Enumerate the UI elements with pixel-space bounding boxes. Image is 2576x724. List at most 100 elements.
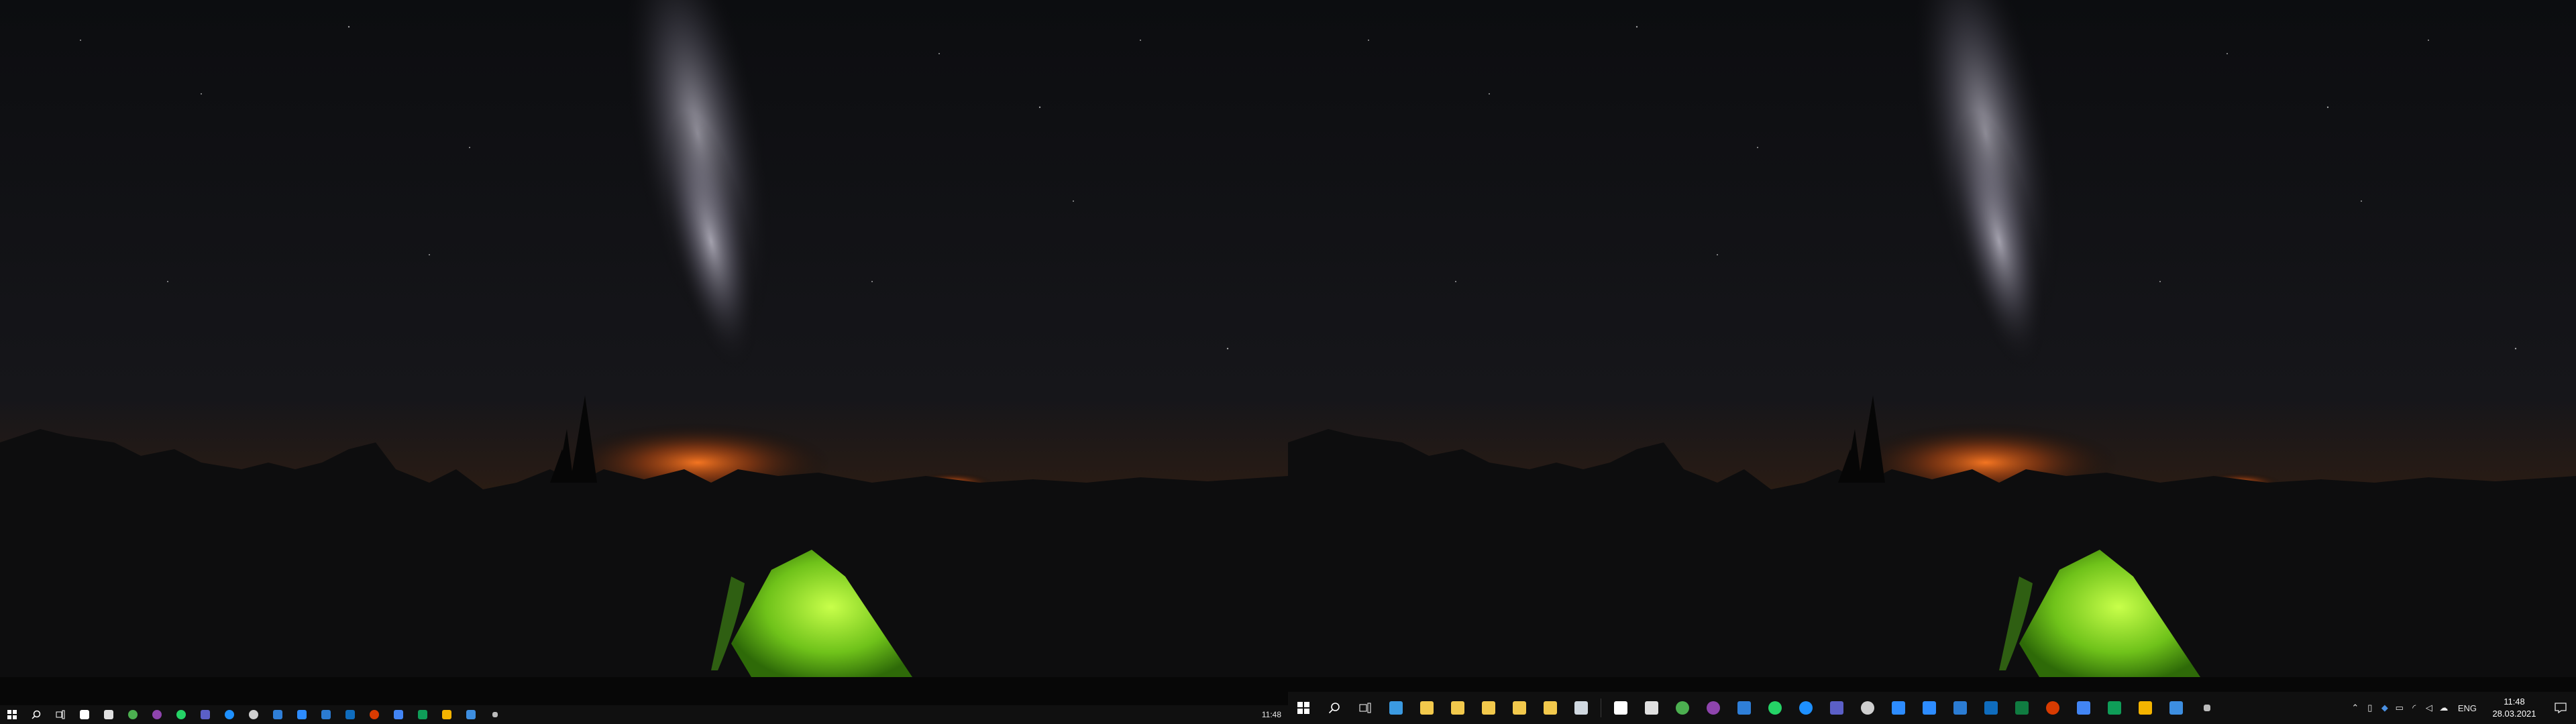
purple-app-icon xyxy=(1707,701,1720,715)
taskbar-app[interactable] xyxy=(1790,692,1821,724)
clock[interactable]: 11:48 28.03.2021 xyxy=(2483,696,2545,720)
search-button[interactable] xyxy=(1319,692,1350,724)
taskbar-app[interactable] xyxy=(2161,692,2192,724)
taskbar-right-icons xyxy=(1288,692,2222,724)
taskbar-app[interactable] xyxy=(362,705,386,724)
taskbar-pinned[interactable] xyxy=(1442,692,1473,724)
taskbar-app[interactable] xyxy=(193,705,217,724)
zoom-icon xyxy=(1923,701,1936,715)
taskbar-app[interactable] xyxy=(1852,692,1883,724)
taskbar-app[interactable] xyxy=(483,705,507,724)
purple-app-icon xyxy=(152,710,162,719)
taskbar-pinned[interactable] xyxy=(1473,692,1504,724)
taskbar-pinned[interactable] xyxy=(1381,692,1411,724)
taskbar-app[interactable] xyxy=(2068,692,2099,724)
taskbar-app[interactable] xyxy=(1945,692,1976,724)
battery-icon[interactable]: ▭ xyxy=(2392,692,2407,724)
taskbar-app[interactable] xyxy=(1667,692,1698,724)
taskbar-clock[interactable]: 11:48 xyxy=(1262,705,1281,724)
taskbar-app[interactable] xyxy=(459,705,483,724)
taskbar-app[interactable] xyxy=(72,705,97,724)
network-icon[interactable]: ◜ xyxy=(2407,692,2422,724)
device-icon[interactable]: ▯ xyxy=(2363,692,2377,724)
taskbar-pinned[interactable] xyxy=(1566,692,1597,724)
taskbar-app[interactable] xyxy=(2037,692,2068,724)
task-view-button[interactable] xyxy=(1350,692,1381,724)
pen-app-icon xyxy=(104,710,113,719)
whatsapp-icon xyxy=(176,710,186,719)
taskbar-app[interactable] xyxy=(217,705,241,724)
taskbar-app[interactable] xyxy=(411,705,435,724)
keep-icon xyxy=(442,710,451,719)
taskbar-app[interactable] xyxy=(145,705,169,724)
docs-icon xyxy=(394,710,403,719)
chevron-up-icon[interactable]: ⌃ xyxy=(2348,692,2363,724)
taskbar-app[interactable] xyxy=(241,705,266,724)
store-icon xyxy=(80,710,89,719)
word-icon xyxy=(1953,701,1967,715)
taskbar-app[interactable] xyxy=(435,705,459,724)
start-button[interactable] xyxy=(1288,692,1319,724)
taskbar-app[interactable] xyxy=(1698,692,1729,724)
taskbar-app[interactable] xyxy=(386,705,411,724)
this-pc-icon xyxy=(1389,701,1403,715)
teams-icon xyxy=(201,710,210,719)
taskbar-app[interactable] xyxy=(290,705,314,724)
task-view-icon xyxy=(56,710,65,719)
zoom-icon xyxy=(297,710,307,719)
taskbar-pinned[interactable] xyxy=(1535,692,1566,724)
app-icon xyxy=(1892,701,1905,715)
action-center-button[interactable] xyxy=(2545,692,2576,724)
taskbar-app[interactable] xyxy=(2192,692,2222,724)
taskbar-app[interactable] xyxy=(1976,692,2006,724)
office-icon xyxy=(2046,701,2059,715)
start-icon xyxy=(7,710,17,719)
taskbar-app[interactable] xyxy=(121,705,145,724)
taskbar-app[interactable] xyxy=(266,705,290,724)
search-button[interactable] xyxy=(24,705,48,724)
whatsapp-icon xyxy=(1768,701,1782,715)
check-app-icon xyxy=(2169,701,2183,715)
check-app-icon xyxy=(466,710,476,719)
language-indicator[interactable]: ENG xyxy=(2451,703,2483,713)
taskbar-app[interactable] xyxy=(1605,692,1636,724)
chat-icon xyxy=(1799,701,1813,715)
taskbar-app[interactable] xyxy=(314,705,338,724)
taskbar-pinned[interactable] xyxy=(1504,692,1535,724)
taskbar-app[interactable] xyxy=(1883,692,1914,724)
sheets-icon xyxy=(2108,701,2121,715)
taskbar-app[interactable] xyxy=(1760,692,1790,724)
chrome-icon xyxy=(128,710,138,719)
clock-app-icon xyxy=(1861,701,1874,715)
keep-icon xyxy=(2139,701,2152,715)
start-icon xyxy=(1297,702,1309,714)
tray-arrow-icon xyxy=(492,712,498,717)
folder-icon xyxy=(1420,701,1434,715)
taskbar-app[interactable] xyxy=(2099,692,2130,724)
taskbar-right: ⌃ ▯ ◆ ▭ ◜ ◁ ☁ ENG 11:48 28.03.2021 xyxy=(1288,692,2576,724)
taskbar-left: 11:48 xyxy=(0,705,1288,724)
clock-time: 11:48 xyxy=(2504,697,2525,707)
docs-icon xyxy=(2077,701,2090,715)
folder-docs-icon xyxy=(1513,701,1526,715)
dropbox-icon[interactable]: ◆ xyxy=(2377,692,2392,724)
taskbar-app[interactable] xyxy=(1914,692,1945,724)
taskbar-app[interactable] xyxy=(1729,692,1760,724)
taskbar-app[interactable] xyxy=(2006,692,2037,724)
start-button[interactable] xyxy=(0,705,24,724)
folder-star-icon xyxy=(1482,701,1495,715)
volume-icon[interactable]: ◁ xyxy=(2422,692,2436,724)
wallpaper xyxy=(1288,0,2576,724)
taskbar-app[interactable] xyxy=(1636,692,1667,724)
chrome-icon xyxy=(1676,701,1689,715)
taskbar-app[interactable] xyxy=(2130,692,2161,724)
taskbar-app[interactable] xyxy=(97,705,121,724)
taskbar-pinned[interactable] xyxy=(1411,692,1442,724)
taskbar-app[interactable] xyxy=(1821,692,1852,724)
folder-users-icon xyxy=(1451,701,1464,715)
taskbar-app[interactable] xyxy=(169,705,193,724)
notification-icon xyxy=(2555,703,2567,713)
taskbar-app[interactable] xyxy=(338,705,362,724)
onedrive-icon[interactable]: ☁ xyxy=(2436,692,2451,724)
task-view-button[interactable] xyxy=(48,705,72,724)
